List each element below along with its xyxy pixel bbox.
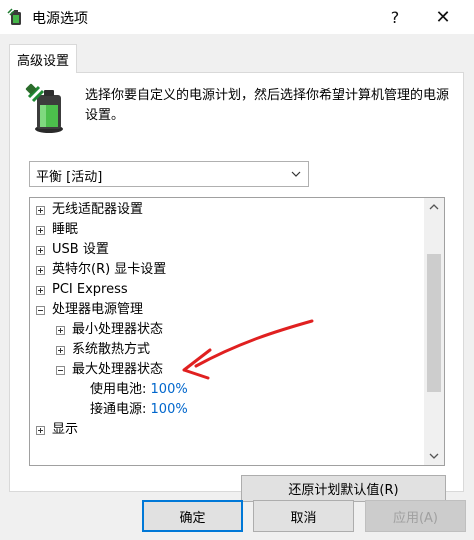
battery-icon (25, 83, 63, 133)
tab-advanced-settings[interactable]: 高级设置 (9, 44, 77, 73)
tree-scrollbar[interactable] (424, 198, 444, 465)
window-title: 电源选项 (32, 11, 88, 27)
description-text: 选择你要自定义的电源计划，然后选择你希望计算机管理的电源设置。 (85, 88, 450, 123)
tree-item-on-battery[interactable]: 使用电池: 100% (90, 380, 188, 400)
plugged-in-label: 接通电源: (90, 402, 147, 417)
collapse-icon[interactable] (56, 366, 65, 375)
expand-icon[interactable] (36, 246, 45, 255)
power-plan-select[interactable]: 平衡 [活动] (29, 161, 309, 187)
settings-tree-content: 无线适配器设置 睡眠 USB 设置 英特尔(R) 显卡设置 PCI Expres… (30, 198, 424, 465)
chevron-down-icon (291, 171, 301, 177)
on-battery-label: 使用电池: (90, 382, 147, 397)
ok-button[interactable]: 确定 (142, 500, 243, 532)
apply-button[interactable]: 应用(A) (365, 500, 466, 532)
expand-icon[interactable] (36, 226, 45, 235)
expand-icon[interactable] (36, 266, 45, 275)
scrollbar-thumb[interactable] (427, 254, 441, 392)
expand-icon[interactable] (36, 426, 45, 435)
collapse-icon[interactable] (36, 306, 45, 315)
restore-defaults-button[interactable]: 还原计划默认值(R) (241, 475, 446, 502)
plugged-in-value[interactable]: 100% (151, 402, 188, 417)
expand-icon[interactable] (36, 206, 45, 215)
tab-panel: 选择你要自定义的电源计划，然后选择你希望计算机管理的电源设置。 平衡 [活动] … (9, 72, 464, 502)
power-options-app-icon (7, 8, 21, 25)
title-bar: 电源选项 ? ✕ (0, 0, 474, 34)
expand-icon[interactable] (56, 346, 65, 355)
dialog-body: 高级设置 选择你要自定义的电源计划，然后选择你希望计算机管理的电源设置。 平衡 … (0, 34, 474, 540)
power-plan-select-value: 平衡 [活动] (36, 170, 103, 185)
expand-icon[interactable] (56, 326, 65, 335)
cancel-button[interactable]: 取消 (253, 500, 354, 532)
close-icon[interactable]: ✕ (420, 0, 466, 34)
scroll-down-icon[interactable] (424, 447, 444, 465)
expand-icon[interactable] (36, 286, 45, 295)
settings-tree[interactable]: 无线适配器设置 睡眠 USB 设置 英特尔(R) 显卡设置 PCI Expres… (29, 197, 445, 466)
help-icon[interactable]: ? (372, 0, 418, 34)
on-battery-value[interactable]: 100% (151, 382, 188, 397)
tree-item-plugged-in[interactable]: 接通电源: 100% (90, 400, 188, 420)
scroll-up-icon[interactable] (424, 198, 444, 216)
